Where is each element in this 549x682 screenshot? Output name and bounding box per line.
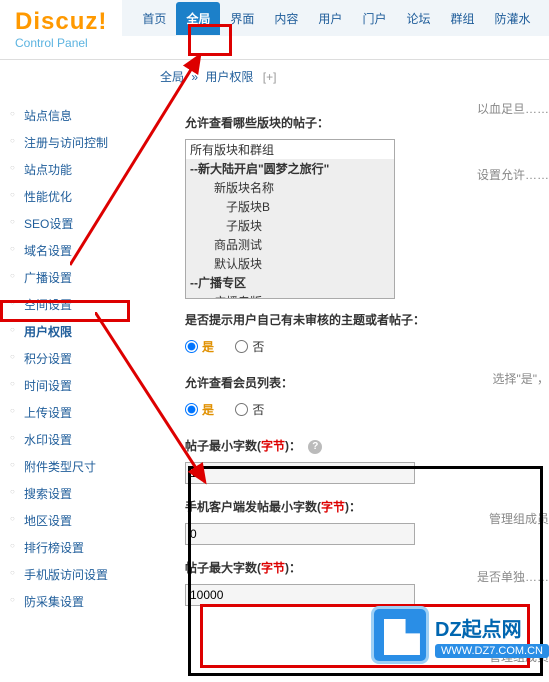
sidebar-item[interactable]: 时间设置 — [0, 372, 145, 399]
hint-text: 是否单独…… — [477, 568, 549, 585]
sidebar-item[interactable]: 地区设置 — [0, 507, 145, 534]
sidebar-item[interactable]: 站点功能 — [0, 156, 145, 183]
sidebar-item[interactable]: 域名设置 — [0, 237, 145, 264]
listbox-option[interactable]: --新大陆开启"圆梦之旅行" — [186, 159, 394, 178]
topnav-item[interactable]: 群组 — [440, 2, 484, 35]
sidebar-item[interactable]: 站点信息 — [0, 102, 145, 129]
forum-listbox[interactable]: 所有版块和群组--新大陆开启"圆梦之旅行" 新版块名称 子版块B 子版块 商品测… — [185, 139, 395, 299]
memberlist-no-option[interactable]: 否 — [235, 401, 264, 418]
memberlist-yes-option[interactable]: 是 — [185, 401, 214, 418]
topnav-item[interactable]: 运 — [541, 2, 549, 35]
sidebar-item[interactable]: 排行榜设置 — [0, 534, 145, 561]
sidebar-item[interactable]: 手机版访问设置 — [0, 561, 145, 588]
sidebar-item[interactable]: 广播设置 — [0, 264, 145, 291]
prompt-yes-option[interactable]: 是 — [185, 338, 214, 355]
min-bytes-label: 帖子最小字数(字节)： ? — [185, 437, 549, 454]
topnav-item[interactable]: 界面 — [220, 2, 264, 35]
max-bytes-input[interactable] — [185, 584, 415, 606]
logo: Discuz! Control Panel — [0, 0, 122, 59]
prompt-unaudited-label: 是否提示用户自己有未审核的主题或者帖子： — [185, 311, 549, 328]
min-bytes-input[interactable] — [185, 462, 415, 484]
listbox-option[interactable]: 商品测试 — [186, 235, 394, 254]
sidebar-item[interactable]: 用户权限 — [0, 318, 145, 345]
sidebar-item[interactable]: 防采集设置 — [0, 588, 145, 615]
logo-text: Discuz! — [15, 8, 107, 36]
listbox-option[interactable]: 新版块名称 — [186, 178, 394, 197]
listbox-option[interactable]: 广播专版 — [186, 292, 394, 299]
listbox-option[interactable]: 所有版块和群组 — [186, 140, 394, 159]
prompt-yes-radio[interactable] — [185, 340, 198, 353]
top-nav: 首页全局界面内容用户门户论坛群组防灌水运 — [122, 0, 549, 36]
sidebar-item[interactable]: 积分设置 — [0, 345, 145, 372]
topnav-item[interactable]: 全局 — [176, 2, 220, 35]
watermark-text: DZ起点网 — [435, 613, 549, 642]
help-icon[interactable]: ? — [308, 440, 322, 454]
sidebar-item[interactable]: 上传设置 — [0, 399, 145, 426]
hint-text: 管理组成员 — [489, 510, 549, 527]
sidebar-item[interactable]: 注册与访问控制 — [0, 129, 145, 156]
topnav-item[interactable]: 防灌水 — [484, 2, 540, 35]
topnav-item[interactable]: 用户 — [308, 2, 352, 35]
prompt-unaudited-radios: 是 否 — [185, 338, 549, 356]
breadcrumb-current[interactable]: 用户权限 — [205, 70, 253, 84]
hint-text: 以血足旦…… — [477, 100, 549, 117]
memberlist-yes-radio[interactable] — [185, 403, 198, 416]
sidebar: 站点信息注册与访问控制站点功能性能优化SEO设置域名设置广播设置空间设置用户权限… — [0, 92, 145, 625]
breadcrumb-expand[interactable]: [+] — [263, 70, 277, 84]
watermark: DZ起点网 WWW.DZ7.COM.CN — [371, 606, 549, 664]
topnav-item[interactable]: 首页 — [132, 2, 176, 35]
topnav-item[interactable]: 论坛 — [396, 2, 440, 35]
listbox-option[interactable]: 子版块 — [186, 216, 394, 235]
memberlist-no-radio[interactable] — [235, 403, 248, 416]
listbox-option[interactable]: 默认版块 — [186, 254, 394, 273]
sidebar-item[interactable]: 性能优化 — [0, 183, 145, 210]
breadcrumb: 全局 » 用户权限 [+] — [160, 62, 276, 91]
topnav-item[interactable]: 门户 — [352, 2, 396, 35]
allow-memberlist-radios: 是 否 — [185, 401, 549, 419]
prompt-no-radio[interactable] — [235, 340, 248, 353]
prompt-no-option[interactable]: 否 — [235, 338, 264, 355]
mobile-min-bytes-input[interactable] — [185, 523, 415, 545]
listbox-option[interactable]: --广播专区 — [186, 273, 394, 292]
listbox-option[interactable]: 子版块B — [186, 197, 394, 216]
sidebar-item[interactable]: 水印设置 — [0, 426, 145, 453]
breadcrumb-root[interactable]: 全局 — [160, 70, 184, 84]
sidebar-item[interactable]: 附件类型尺寸 — [0, 453, 145, 480]
hint-text: 设置允许…… — [477, 166, 549, 183]
sidebar-item[interactable]: 搜索设置 — [0, 480, 145, 507]
logo-subtitle: Control Panel — [15, 36, 107, 50]
watermark-logo-icon — [371, 606, 429, 664]
topnav-item[interactable]: 内容 — [264, 2, 308, 35]
hint-text: 选择"是"， — [492, 370, 549, 387]
sidebar-item[interactable]: SEO设置 — [0, 210, 145, 237]
sidebar-item[interactable]: 空间设置 — [0, 291, 145, 318]
watermark-url: WWW.DZ7.COM.CN — [435, 644, 549, 658]
